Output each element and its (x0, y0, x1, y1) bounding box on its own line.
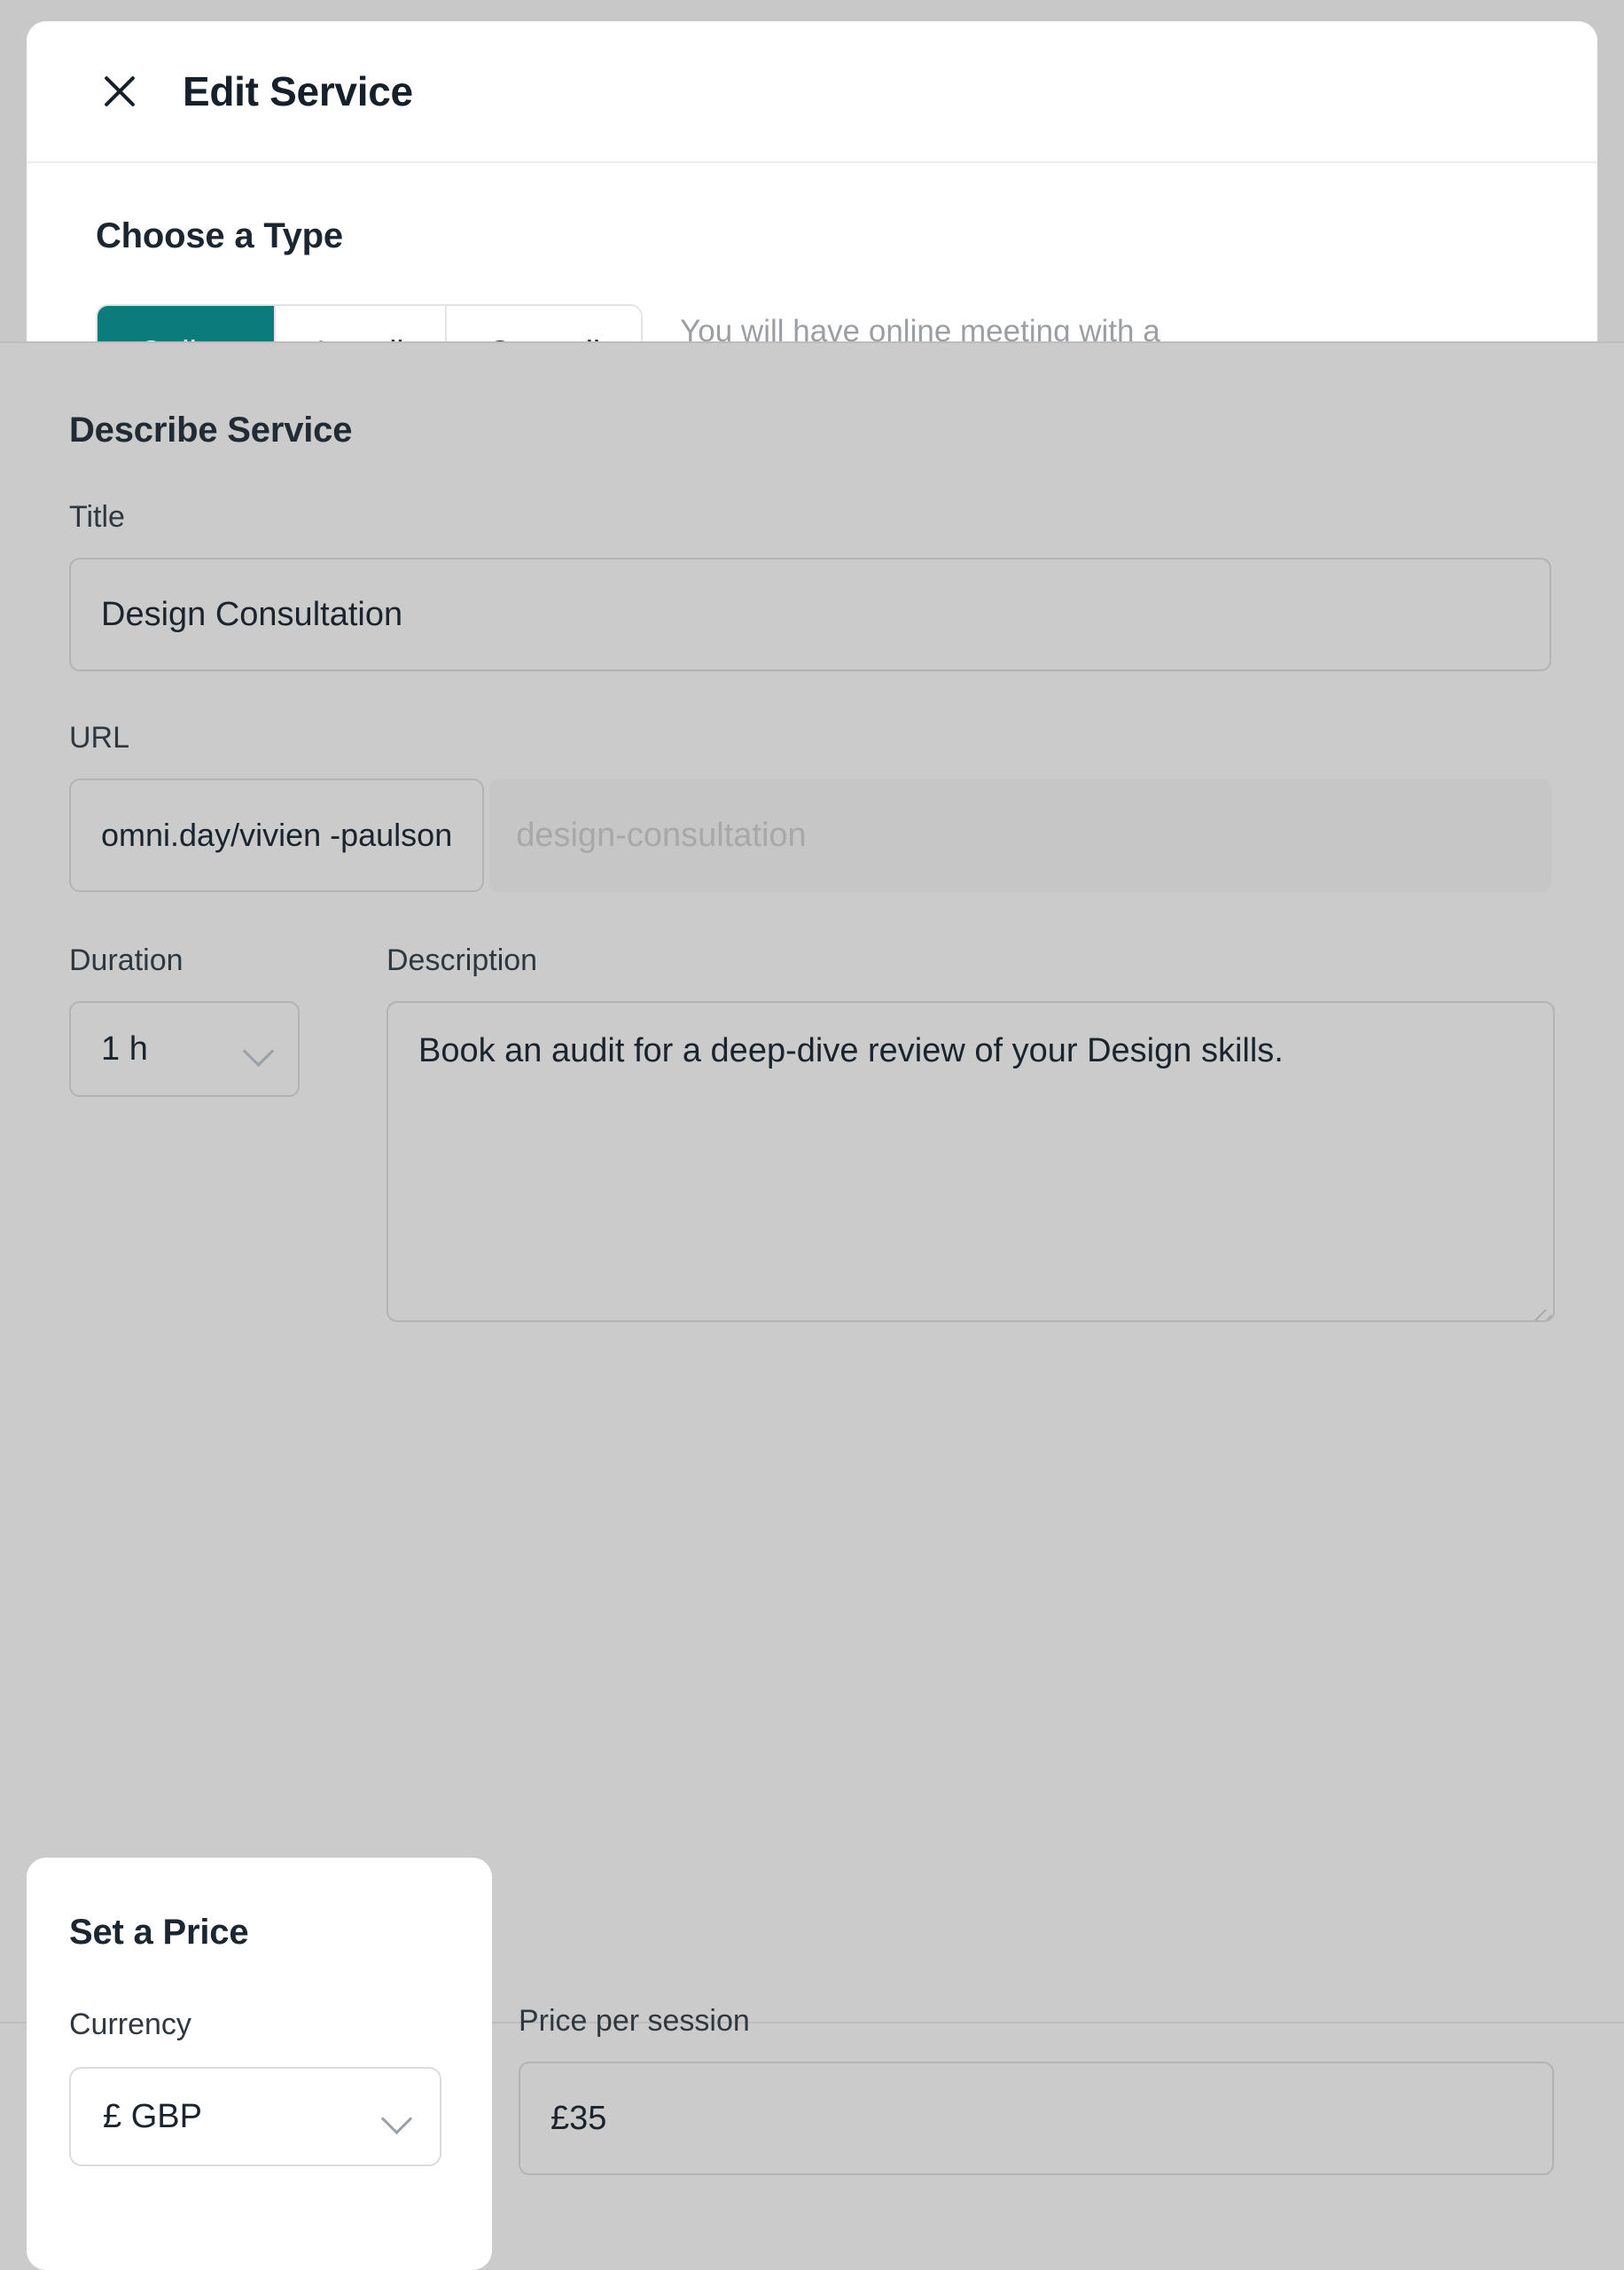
modal-titlebar: Edit Service (27, 21, 1597, 163)
price-field-group: Price per session £35 (519, 2004, 1573, 2175)
chevron-down-icon (383, 2108, 413, 2125)
title-input[interactable]: Design Consultation (69, 558, 1551, 671)
duration-field-group: Duration 1 h (69, 943, 342, 1322)
price-label: Price per session (519, 2004, 750, 2038)
page-title: Edit Service (183, 68, 413, 114)
description-field-group: Description Book an audit for a deep-div… (386, 943, 1555, 1322)
url-prefix: omni.day/vivien -paulson (69, 779, 485, 892)
set-price-card: Set a Price Currency £ GBP (27, 1858, 492, 2270)
url-slug-input[interactable]: design-consultation (489, 779, 1551, 892)
currency-label: Currency (69, 2008, 191, 2041)
chevron-down-icon (245, 1040, 275, 1058)
description-label: Description (386, 943, 538, 977)
title-field-group: Title Design Consultation (69, 500, 1555, 671)
duration-value: 1 h (101, 1029, 148, 1068)
currency-value: £ GBP (103, 2097, 202, 2135)
describe-service-section: Describe Service Title Design Consultati… (0, 341, 1624, 2022)
currency-select[interactable]: £ GBP (69, 2067, 441, 2166)
set-price-heading: Set a Price (69, 1913, 249, 1952)
choose-type-heading: Choose a Type (96, 216, 343, 255)
edit-service-modal: Edit Service Choose a Type Online In-cal… (0, 0, 1624, 2270)
resize-handle-icon[interactable] (1523, 1290, 1546, 1313)
duration-select[interactable]: 1 h (69, 1001, 300, 1097)
url-label: URL (69, 721, 130, 755)
duration-label: Duration (69, 943, 183, 977)
title-label: Title (69, 500, 125, 534)
url-field-group: URL omni.day/vivien -paulson design-cons… (69, 721, 1555, 892)
describe-service-heading: Describe Service (69, 411, 353, 450)
description-value: Book an audit for a deep-dive review of … (418, 1032, 1284, 1069)
close-icon[interactable] (96, 67, 144, 115)
description-textarea[interactable]: Book an audit for a deep-dive review of … (386, 1001, 1555, 1322)
price-input[interactable]: £35 (519, 2062, 1554, 2175)
